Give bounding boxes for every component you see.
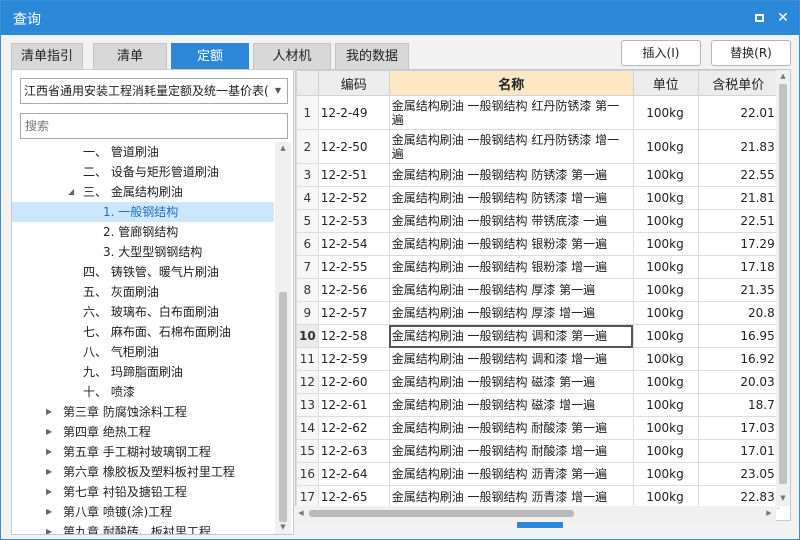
table-row[interactable]: 5 12-2-53 金属结构刷油 一般钢结构 带锈底漆 一遍 100kg 22.51: [296, 209, 779, 233]
table-row[interactable]: 1 12-2-49 金属结构刷油 一般钢结构 红丹防锈漆 第一遍 100kg 22.01: [296, 95, 779, 130]
replace-button[interactable]: 替换(R): [711, 40, 791, 66]
table-row[interactable]: 2 12-2-50 金属结构刷油 一般钢结构 红丹防锈漆 增一遍 100kg 21.83: [296, 129, 779, 164]
scroll-up-icon[interactable]: ▲: [776, 72, 790, 80]
column-header-price[interactable]: 含税单价: [697, 70, 779, 96]
tree-item[interactable]: ▶ 第四章 绝热工程: [12, 422, 274, 442]
insert-button[interactable]: 插入(I): [621, 40, 701, 66]
column-header-code[interactable]: 编码: [317, 70, 390, 96]
panel-splitter-handle[interactable]: [517, 522, 563, 528]
column-header-name[interactable]: 名称: [388, 70, 634, 96]
table-row-current[interactable]: 10 12-2-58 金属结构刷油 一般钢结构 调和漆 第一遍 100kg 16.95: [296, 324, 779, 348]
library-select-value: 江西省通用安装工程消耗量定额及统一基价表(: [24, 84, 269, 98]
caret-right-icon[interactable]: ▶: [46, 402, 52, 422]
caret-right-icon[interactable]: ▶: [46, 522, 52, 534]
caret-right-icon[interactable]: ▶: [46, 502, 52, 522]
table-horizontal-scrollbar[interactable]: ◀ ▶: [295, 506, 776, 521]
tree-item[interactable]: ▶ 第三章 防腐蚀涂料工程: [12, 402, 274, 422]
title-bar[interactable]: 查询 ✕: [1, 1, 799, 35]
caret-right-icon[interactable]: ▶: [46, 422, 52, 442]
quota-library-panel: 江西省通用安装工程消耗量定额及统一基价表( ▼ 一、 管道刷油 二、 设备与矩形…: [11, 69, 294, 535]
caret-right-icon[interactable]: ▶: [46, 442, 52, 462]
caret-down-icon[interactable]: ◢: [68, 182, 74, 202]
table-row[interactable]: 8 12-2-56 金属结构刷油 一般钢结构 厚漆 第一遍 100kg 21.35: [296, 278, 779, 302]
tree-item[interactable]: 七、 麻布面、石棉布面刷油: [12, 322, 274, 342]
close-icon[interactable]: ✕: [773, 8, 793, 28]
tab-labor-material-machine[interactable]: 人材机: [253, 43, 331, 69]
tree-item[interactable]: 2. 管廊钢结构: [12, 222, 274, 242]
tree-scrollbar[interactable]: ▲ ▼: [275, 142, 291, 534]
table-row[interactable]: 16 12-2-64 金属结构刷油 一般钢结构 沥青漆 第一遍 100kg 23.05: [296, 462, 779, 486]
tree-scroll-thumb[interactable]: [279, 292, 287, 522]
tree-item[interactable]: ▶ 第九章 耐酸砖、板衬里工程: [12, 522, 274, 534]
table-row[interactable]: 15 12-2-63 金属结构刷油 一般钢结构 耐酸漆 增一遍 100kg 17.01: [296, 439, 779, 463]
library-select[interactable]: 江西省通用安装工程消耗量定额及统一基价表( ▼: [20, 78, 288, 104]
scroll-down-icon[interactable]: ▼: [275, 523, 291, 531]
table-scroll-thumb[interactable]: [779, 84, 787, 484]
table-row[interactable]: 13 12-2-61 金属结构刷油 一般钢结构 磁漆 增一遍 100kg 18.7: [296, 393, 779, 417]
tree-item[interactable]: 3. 大型型钢钢结构: [12, 242, 274, 262]
tree-item[interactable]: 四、 铸铁管、暖气片刷油: [12, 262, 274, 282]
table-row[interactable]: 9 12-2-57 金属结构刷油 一般钢结构 厚漆 增一遍 100kg 20.8: [296, 301, 779, 325]
tree-item[interactable]: 八、 气柜刷油: [12, 342, 274, 362]
scroll-up-icon[interactable]: ▲: [275, 144, 291, 152]
tree-item[interactable]: 二、 设备与矩形管道刷油: [12, 162, 274, 182]
tree-item[interactable]: ▶ 第五章 手工糊衬玻璃钢工程: [12, 442, 274, 462]
tree-item[interactable]: ▶ 第八章 喷镀(涂)工程: [12, 502, 274, 522]
table-scrollbar[interactable]: ▲ ▼: [776, 70, 790, 506]
tab-my-data[interactable]: 我的数据: [335, 43, 409, 69]
tree-item[interactable]: 九、 玛蹄脂面刷油: [12, 362, 274, 382]
table-row[interactable]: 6 12-2-54 金属结构刷油 一般钢结构 银粉漆 第一遍 100kg 17.29: [296, 232, 779, 256]
tree-item[interactable]: ▶ 第六章 橡胶板及塑料板衬里工程: [12, 462, 274, 482]
table-row[interactable]: 11 12-2-59 金属结构刷油 一般钢结构 调和漆 增一遍 100kg 16.92: [296, 347, 779, 371]
query-dialog: 查询 ✕ 清单指引 清单 定额 人材机 我的数据 插入(I) 替换(R) 江西省…: [0, 0, 800, 540]
tree-item[interactable]: 六、 玻璃布、白布面刷油: [12, 302, 274, 322]
table-row[interactable]: 12 12-2-60 金属结构刷油 一般钢结构 磁漆 第一遍 100kg 20.03: [296, 370, 779, 394]
tree-item-selected[interactable]: 1. 一般钢结构: [12, 202, 274, 222]
quota-table-panel: 编码 名称 单位 含税单价 1 12-2-49 金属结构刷油 一般钢结构 红丹防锈漆…: [295, 69, 791, 521]
tab-quota[interactable]: 定额: [171, 43, 249, 69]
table-row[interactable]: 4 12-2-52 金属结构刷油 一般钢结构 防锈漆 增一遍 100kg 21.81: [296, 186, 779, 210]
scroll-down-icon[interactable]: ▼: [776, 494, 790, 502]
tree-item[interactable]: ◢ 三、 金属结构刷油: [12, 182, 274, 202]
table-row[interactable]: 7 12-2-55 金属结构刷油 一般钢结构 银粉漆 增一遍 100kg 17.18: [296, 255, 779, 279]
tree-item[interactable]: 五、 灰面刷油: [12, 282, 274, 302]
caret-right-icon[interactable]: ▶: [46, 462, 52, 482]
table-row[interactable]: 14 12-2-62 金属结构刷油 一般钢结构 耐酸漆 第一遍 100kg 17.03: [296, 416, 779, 440]
scroll-right-icon[interactable]: ▶: [763, 509, 775, 517]
search-input[interactable]: [20, 113, 288, 139]
table-horizontal-thumb[interactable]: [309, 510, 574, 517]
tab-bill[interactable]: 清单: [93, 43, 167, 69]
tree-item[interactable]: 十、 喷漆: [12, 382, 274, 402]
chevron-down-icon: ▼: [274, 86, 281, 95]
column-header-index[interactable]: [296, 70, 319, 96]
maximize-icon[interactable]: [749, 8, 769, 28]
tree-item[interactable]: ▶ 第七章 衬铅及搪铅工程: [12, 482, 274, 502]
chapter-tree: 一、 管道刷油 二、 设备与矩形管道刷油 ◢ 三、 金属结构刷油 1. 一般钢结构…: [12, 142, 274, 534]
column-header-unit[interactable]: 单位: [632, 70, 699, 96]
quota-table: 编码 名称 单位 含税单价 1 12-2-49 金属结构刷油 一般钢结构 红丹防锈漆…: [296, 70, 779, 509]
tab-bill-guide[interactable]: 清单指引: [11, 43, 83, 69]
window-title: 查询: [13, 12, 41, 28]
caret-right-icon[interactable]: ▶: [46, 482, 52, 502]
table-row[interactable]: 3 12-2-51 金属结构刷油 一般钢结构 防锈漆 第一遍 100kg 22.55: [296, 163, 779, 187]
tree-item[interactable]: 一、 管道刷油: [12, 142, 274, 162]
focused-cell[interactable]: 金属结构刷油 一般钢结构 调和漆 第一遍: [388, 324, 634, 348]
scroll-left-icon[interactable]: ◀: [295, 509, 307, 517]
